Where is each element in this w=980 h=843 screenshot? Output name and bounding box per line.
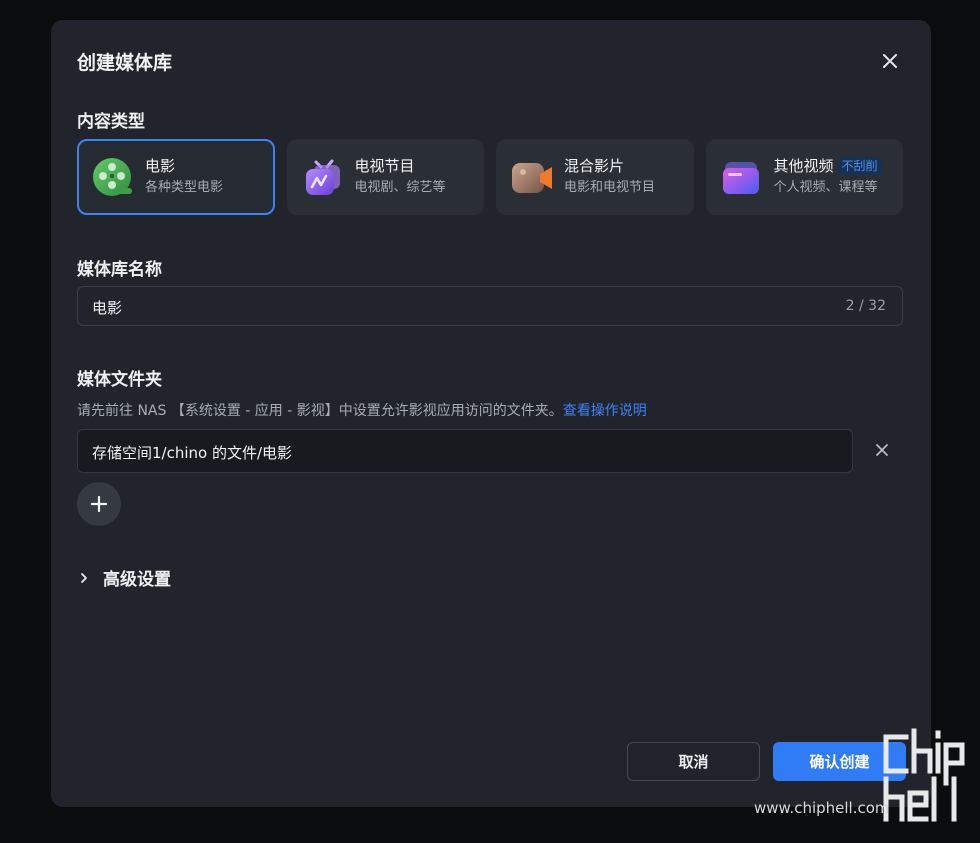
type-desc: 电影和电视节目	[564, 180, 656, 195]
help-link[interactable]: 查看操作说明	[563, 403, 647, 419]
type-name: 电影	[145, 157, 176, 175]
type-desc: 各种类型电影	[145, 180, 224, 195]
library-name-input[interactable]: 电影 2 / 32	[77, 286, 903, 326]
plus-icon	[90, 495, 108, 513]
close-icon[interactable]	[879, 50, 901, 72]
film-reel-icon	[89, 153, 137, 201]
advanced-settings-label: 高级设置	[103, 570, 171, 590]
type-option-tv[interactable]: 电视节目 电视剧、综艺等	[286, 139, 484, 215]
tv-icon	[299, 153, 347, 201]
create-library-dialog: 创建媒体库 内容类型 电影 各种类型电影 电视节目 电视剧、综艺等 混合影片 电…	[51, 20, 931, 807]
type-desc: 个人视频、课程等	[773, 180, 878, 195]
chevron-right-icon	[81, 572, 87, 583]
char-counter: 2 / 32	[845, 298, 886, 314]
folder-hint-text: 请先前往 NAS 【系统设置 - 应用 - 影视】中设置允许影视应用访问的文件夹…	[77, 403, 563, 419]
no-scrape-badge: 不刮削	[837, 157, 882, 175]
library-name-value: 电影	[92, 299, 123, 317]
type-name: 混合影片	[564, 157, 625, 175]
advanced-settings-toggle[interactable]: 高级设置	[77, 565, 171, 590]
type-name: 其他视频	[773, 157, 834, 175]
dialog-title: 创建媒体库	[77, 52, 173, 74]
type-option-mixed[interactable]: 混合影片 电影和电视节目	[496, 139, 694, 215]
library-name-label: 媒体库名称	[77, 260, 162, 280]
video-camera-icon	[508, 153, 556, 201]
media-folder-label: 媒体文件夹	[77, 370, 162, 390]
type-option-other[interactable]: 其他视频 不刮削 个人视频、课程等	[705, 139, 903, 215]
type-option-movie[interactable]: 电影 各种类型电影	[77, 139, 275, 215]
confirm-create-button[interactable]: 确认创建	[773, 742, 906, 781]
content-type-options: 电影 各种类型电影 电视节目 电视剧、综艺等 混合影片 电影和电视节目 其他视频…	[77, 139, 903, 215]
cancel-button[interactable]: 取消	[627, 742, 760, 781]
folder-path-field[interactable]: 存储空间1/chino 的文件/电影	[77, 429, 853, 473]
content-type-label: 内容类型	[77, 112, 145, 132]
type-name: 电视节目	[354, 157, 415, 175]
remove-folder-icon[interactable]	[873, 441, 891, 459]
folder-hint: 请先前往 NAS 【系统设置 - 应用 - 影视】中设置允许影视应用访问的文件夹…	[77, 400, 647, 420]
type-desc: 电视剧、综艺等	[354, 180, 446, 195]
folder-path-value: 存储空间1/chino 的文件/电影	[92, 444, 293, 462]
folder-icon	[718, 153, 766, 201]
add-folder-button[interactable]	[77, 482, 121, 526]
